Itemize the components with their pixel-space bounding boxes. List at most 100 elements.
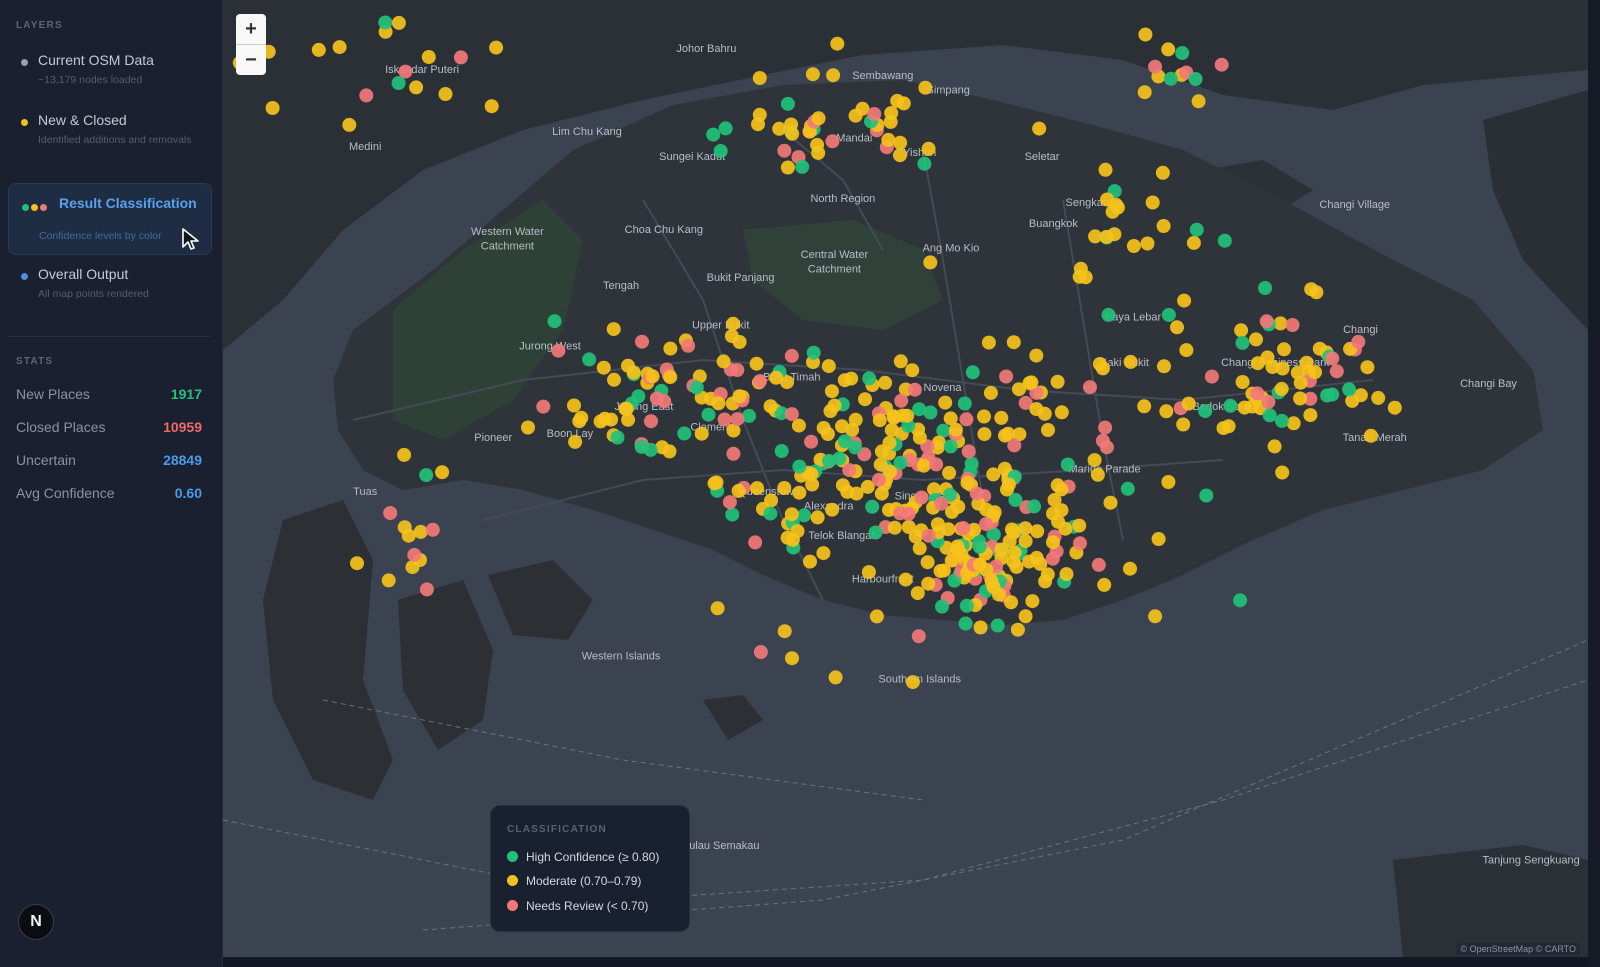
map-point[interactable] bbox=[1073, 261, 1088, 276]
map-point[interactable] bbox=[631, 389, 646, 404]
map-point[interactable] bbox=[1223, 398, 1238, 413]
map-point[interactable] bbox=[806, 345, 821, 360]
map-point[interactable] bbox=[905, 363, 920, 378]
map-point[interactable] bbox=[935, 599, 949, 614]
map-point[interactable] bbox=[1058, 521, 1073, 536]
map-point[interactable] bbox=[893, 354, 908, 369]
map-point[interactable] bbox=[1030, 524, 1045, 539]
map-point[interactable] bbox=[1285, 318, 1300, 332]
map-point[interactable] bbox=[1097, 577, 1112, 592]
map-point[interactable] bbox=[1177, 293, 1192, 308]
map-point[interactable] bbox=[1325, 387, 1340, 402]
map-point[interactable] bbox=[1054, 405, 1069, 420]
map-point[interactable] bbox=[826, 68, 841, 83]
map-point[interactable] bbox=[986, 467, 1001, 482]
map-point[interactable] bbox=[381, 573, 396, 588]
map-point[interactable] bbox=[1286, 416, 1301, 431]
map-point[interactable] bbox=[1012, 382, 1026, 397]
map-point[interactable] bbox=[711, 396, 726, 411]
map-point[interactable] bbox=[869, 609, 884, 624]
map-point[interactable] bbox=[1329, 364, 1344, 379]
map-point[interactable] bbox=[311, 42, 326, 57]
map-point[interactable] bbox=[862, 371, 877, 386]
map-point[interactable] bbox=[986, 580, 1001, 594]
map-point[interactable] bbox=[837, 373, 852, 388]
map-point[interactable] bbox=[824, 384, 839, 399]
map-point[interactable] bbox=[865, 499, 880, 514]
map-point[interactable] bbox=[893, 135, 908, 150]
map-point[interactable] bbox=[942, 465, 957, 480]
map-point[interactable] bbox=[912, 402, 927, 417]
map-point[interactable] bbox=[835, 419, 849, 434]
map-point[interactable] bbox=[1360, 360, 1375, 375]
map-point[interactable] bbox=[1004, 595, 1018, 610]
map-point[interactable] bbox=[969, 486, 984, 501]
map-point[interactable] bbox=[1009, 559, 1024, 574]
map-point[interactable] bbox=[567, 398, 581, 413]
map-point[interactable] bbox=[716, 354, 731, 369]
map-point[interactable] bbox=[1027, 499, 1042, 514]
map-point[interactable] bbox=[1046, 535, 1060, 550]
map-point[interactable] bbox=[764, 493, 779, 508]
map-point[interactable] bbox=[1140, 236, 1155, 251]
map-point[interactable] bbox=[453, 50, 468, 65]
map-point[interactable] bbox=[887, 520, 902, 535]
map-point[interactable] bbox=[606, 322, 621, 337]
map-point[interactable] bbox=[1245, 399, 1260, 414]
map-point[interactable] bbox=[1098, 420, 1113, 435]
map-point[interactable] bbox=[621, 358, 635, 373]
map-point[interactable] bbox=[752, 71, 767, 85]
map-point[interactable] bbox=[828, 670, 843, 685]
map-point[interactable] bbox=[994, 410, 1009, 425]
map-point[interactable] bbox=[912, 430, 927, 445]
map-point[interactable] bbox=[893, 148, 907, 163]
map-point[interactable] bbox=[1123, 354, 1138, 369]
map-point[interactable] bbox=[1293, 391, 1308, 406]
map-point[interactable] bbox=[894, 393, 909, 408]
map-point[interactable] bbox=[934, 496, 949, 511]
map-point[interactable] bbox=[750, 481, 765, 496]
map-point[interactable] bbox=[681, 338, 696, 353]
map-point[interactable] bbox=[1008, 492, 1023, 507]
map-point[interactable] bbox=[1038, 574, 1053, 589]
map-point[interactable] bbox=[1274, 413, 1289, 428]
map-point[interactable] bbox=[438, 87, 453, 101]
map-point[interactable] bbox=[977, 427, 992, 442]
map-point[interactable] bbox=[858, 392, 872, 407]
map-point[interactable] bbox=[731, 483, 746, 498]
map-point[interactable] bbox=[1123, 561, 1137, 576]
map-point[interactable] bbox=[938, 395, 953, 410]
map-point[interactable] bbox=[725, 507, 740, 522]
map-point[interactable] bbox=[805, 67, 820, 82]
map-point[interactable] bbox=[874, 486, 889, 501]
map-point[interactable] bbox=[777, 143, 792, 158]
map-point[interactable] bbox=[713, 144, 728, 158]
map-point[interactable] bbox=[1006, 335, 1021, 350]
map-point[interactable] bbox=[694, 426, 709, 441]
map-point[interactable] bbox=[1250, 386, 1265, 401]
map-point[interactable] bbox=[842, 463, 857, 478]
map-point[interactable] bbox=[769, 370, 784, 385]
map-point[interactable] bbox=[1060, 457, 1075, 472]
map-point[interactable] bbox=[484, 99, 499, 114]
map-point[interactable] bbox=[912, 541, 927, 556]
map-point[interactable] bbox=[784, 407, 799, 422]
map-point[interactable] bbox=[407, 547, 422, 562]
map-point[interactable] bbox=[568, 434, 583, 449]
map-point[interactable] bbox=[825, 502, 840, 517]
map-point[interactable] bbox=[1303, 408, 1318, 423]
map-point[interactable] bbox=[882, 435, 897, 450]
map-point[interactable] bbox=[435, 465, 450, 480]
map-point[interactable] bbox=[397, 447, 412, 462]
map-point[interactable] bbox=[881, 132, 896, 147]
map-point[interactable] bbox=[752, 107, 767, 122]
map-point[interactable] bbox=[1179, 343, 1194, 358]
map-point[interactable] bbox=[763, 399, 778, 414]
map-point[interactable] bbox=[795, 159, 810, 174]
map-point[interactable] bbox=[726, 446, 741, 461]
map-point[interactable] bbox=[593, 414, 608, 429]
map-point[interactable] bbox=[689, 380, 704, 395]
map-point[interactable] bbox=[732, 389, 747, 404]
map-point[interactable] bbox=[1091, 557, 1106, 572]
map-point[interactable] bbox=[911, 629, 926, 644]
